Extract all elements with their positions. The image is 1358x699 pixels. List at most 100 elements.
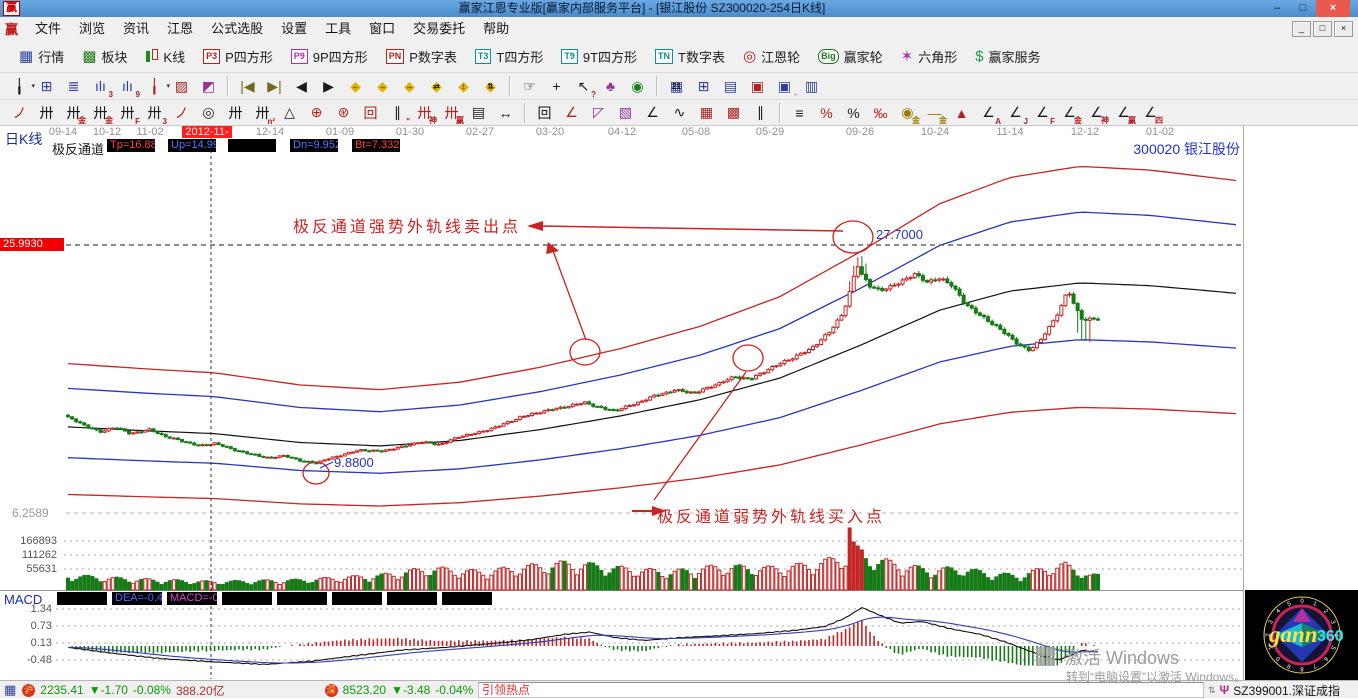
kline-style-dropdown-icon[interactable]: ╽▾	[7, 74, 32, 98]
memo-tool-icon[interactable]: ▤	[718, 74, 743, 98]
menu-9[interactable]: 帮助	[474, 21, 518, 36]
angle-win-icon[interactable]: ∠赢	[1111, 101, 1136, 125]
zoom-diamond-vswap-icon[interactable]: ◆⇅	[478, 74, 503, 98]
tool-hexagon[interactable]: ✶六角形	[892, 43, 967, 70]
menu-8[interactable]: 交易委托	[404, 21, 474, 36]
menu-7[interactable]: 窗口	[360, 21, 404, 36]
zoom-diamond-left-icon[interactable]: ◆←	[343, 74, 368, 98]
menu-5[interactable]: 设置	[272, 21, 316, 36]
mdi-minimize-button[interactable]: _	[1292, 21, 1311, 37]
info-scroll-tool-icon[interactable]: ≣	[61, 74, 86, 98]
comb-spiral-icon[interactable]: 卅3	[142, 101, 167, 125]
tool-t-number[interactable]: TNT数字表	[646, 43, 734, 70]
save-tool-icon[interactable]: ▣	[745, 74, 770, 98]
bars-9-tool-icon[interactable]: ılı9	[115, 74, 140, 98]
tool-p-square[interactable]: P3P四方形	[194, 43, 282, 70]
arrow-brush-icon[interactable]: ▲	[949, 101, 974, 125]
width-measure-icon[interactable]: ↔	[493, 101, 518, 125]
gann-star-icon[interactable]: ⊛	[331, 101, 356, 125]
tool-9t-square[interactable]: T99T四方形	[552, 43, 646, 70]
hand-tool-icon[interactable]: ☞	[517, 74, 542, 98]
comb-f-icon[interactable]: 卅F	[115, 101, 140, 125]
price-marks-icon[interactable]: ∥"	[385, 101, 410, 125]
net-box-icon[interactable]: ▧	[613, 101, 638, 125]
tool-sectors[interactable]: ▩板块	[73, 43, 136, 70]
knot-tool-icon[interactable]: ◉	[625, 74, 650, 98]
gold-line-icon[interactable]: —金	[922, 101, 947, 125]
grid-window-tool-icon[interactable]: ⊞	[34, 74, 59, 98]
current-security-label[interactable]: SZ399001.深证成指	[1233, 682, 1340, 699]
nav-prev-button-icon[interactable]: ◀	[289, 74, 314, 98]
save-web-tool-icon[interactable]: ▣◦	[772, 74, 797, 98]
window-maximize-button[interactable]: □	[1290, 0, 1316, 17]
avg-angle-icon[interactable]: ∠A	[976, 101, 1001, 125]
menu-4[interactable]: 公式选股	[202, 21, 272, 36]
tool-winner-service[interactable]: $赢家服务	[966, 43, 1049, 70]
sh-index-quote[interactable]: 沪 2235.41 ▼-1.70 -0.08% 388.20亿	[22, 682, 224, 699]
gold-circle-icon[interactable]: ◉金	[895, 101, 920, 125]
wave-tool-icon[interactable]: ∿	[667, 101, 692, 125]
tool-kline[interactable]: K线	[136, 43, 194, 70]
angle-tool-icon[interactable]: △	[277, 101, 302, 125]
zoom-diamond-hexpand-icon[interactable]: ◆↔	[397, 74, 422, 98]
fan-lines-icon[interactable]: ∠	[559, 101, 584, 125]
ratio-tool-icon[interactable]: ≡	[787, 101, 812, 125]
tool-quotes[interactable]: ▦行情	[10, 43, 73, 70]
nav-first-button-icon[interactable]: |◀	[235, 74, 260, 98]
pointer-info-tool-icon[interactable]: ↖?	[571, 74, 596, 98]
percent-red-icon[interactable]: %	[814, 101, 839, 125]
mdi-close-button[interactable]: ×	[1334, 21, 1353, 37]
ribbon-tool-icon[interactable]: ♣	[598, 74, 623, 98]
red-grid-2-icon[interactable]: ▩	[721, 101, 746, 125]
angle-gold-icon[interactable]: ∠金	[1057, 101, 1082, 125]
zoom-diamond-right-icon[interactable]: ◆→	[370, 74, 395, 98]
angle-j-icon[interactable]: ∠J	[1003, 101, 1028, 125]
comb-shen-icon[interactable]: 卅神	[412, 101, 437, 125]
color-chart-tool-icon[interactable]: ◩	[196, 74, 221, 98]
angle-line-icon[interactable]: ∠	[640, 101, 665, 125]
gann-target-icon[interactable]: ⊕	[304, 101, 329, 125]
calculator-tool-icon[interactable]: ⊞	[691, 74, 716, 98]
gann-comb-icon[interactable]: 卅	[34, 101, 59, 125]
comb-win-icon[interactable]: 卅赢	[439, 101, 464, 125]
tool-p-number[interactable]: PNP数字表	[377, 43, 466, 70]
nav-next-button-icon[interactable]: ▶	[316, 74, 341, 98]
menu-1[interactable]: 浏览	[70, 21, 114, 36]
angle-f-icon[interactable]: ∠F	[1030, 101, 1055, 125]
angle-shen-icon[interactable]: ∠神	[1084, 101, 1109, 125]
comb-plain-icon[interactable]: 卅	[223, 101, 248, 125]
keyboard-icon[interactable]: ▦	[4, 682, 16, 698]
calendar-tool-icon[interactable]: ▦21	[664, 74, 689, 98]
menu-6[interactable]: 工具	[316, 21, 360, 36]
zoom-diamond-vexpand-icon[interactable]: ◆↕	[451, 74, 476, 98]
window-close-button[interactable]: ×	[1316, 0, 1350, 17]
comb-gold-icon[interactable]: 卅金	[61, 101, 86, 125]
pen-tool-icon[interactable]: ノ	[7, 101, 32, 125]
mdi-restore-button[interactable]: □	[1313, 21, 1332, 37]
cycle-circle-icon[interactable]: ◎	[196, 101, 221, 125]
gann-square-icon[interactable]: 回	[358, 101, 383, 125]
tool-gann-wheel[interactable]: ◎江恩轮	[734, 43, 809, 70]
indicator-label[interactable]: 极反通道	[52, 139, 104, 158]
ruler-grid-icon[interactable]: ▤	[466, 101, 491, 125]
tool-t-square[interactable]: T3T四方形	[466, 43, 552, 70]
crosshair-tool-icon[interactable]: +	[544, 74, 569, 98]
permille-icon[interactable]: ‰	[868, 101, 893, 125]
menu-0[interactable]: 文件	[26, 21, 70, 36]
fan-box-icon[interactable]: ◸	[586, 101, 611, 125]
percent-icon[interactable]: %	[841, 101, 866, 125]
window-minimize-button[interactable]: –	[1264, 0, 1290, 17]
box-tool-icon[interactable]: 回	[532, 101, 557, 125]
angle-four-icon[interactable]: ∠四	[1138, 101, 1163, 125]
comb-n2-icon[interactable]: 卅n²	[250, 101, 275, 125]
tool-9p-square[interactable]: P99P四方形	[282, 43, 377, 70]
tool-winner-wheel[interactable]: Big赢家轮	[809, 43, 892, 70]
nav-last-button-icon[interactable]: ▶|	[262, 74, 287, 98]
spinner-icon[interactable]: ⇅	[1208, 685, 1216, 696]
pattern-tool-icon[interactable]: ▨	[169, 74, 194, 98]
bars-3-tool-icon[interactable]: ılı3	[88, 74, 113, 98]
menu-2[interactable]: 资讯	[114, 21, 158, 36]
comb-gold-2-icon[interactable]: 卅金	[88, 101, 113, 125]
candle-style-dropdown-icon[interactable]: ╽▾	[142, 74, 167, 98]
pen-tool-2-icon[interactable]: ノ	[169, 101, 194, 125]
